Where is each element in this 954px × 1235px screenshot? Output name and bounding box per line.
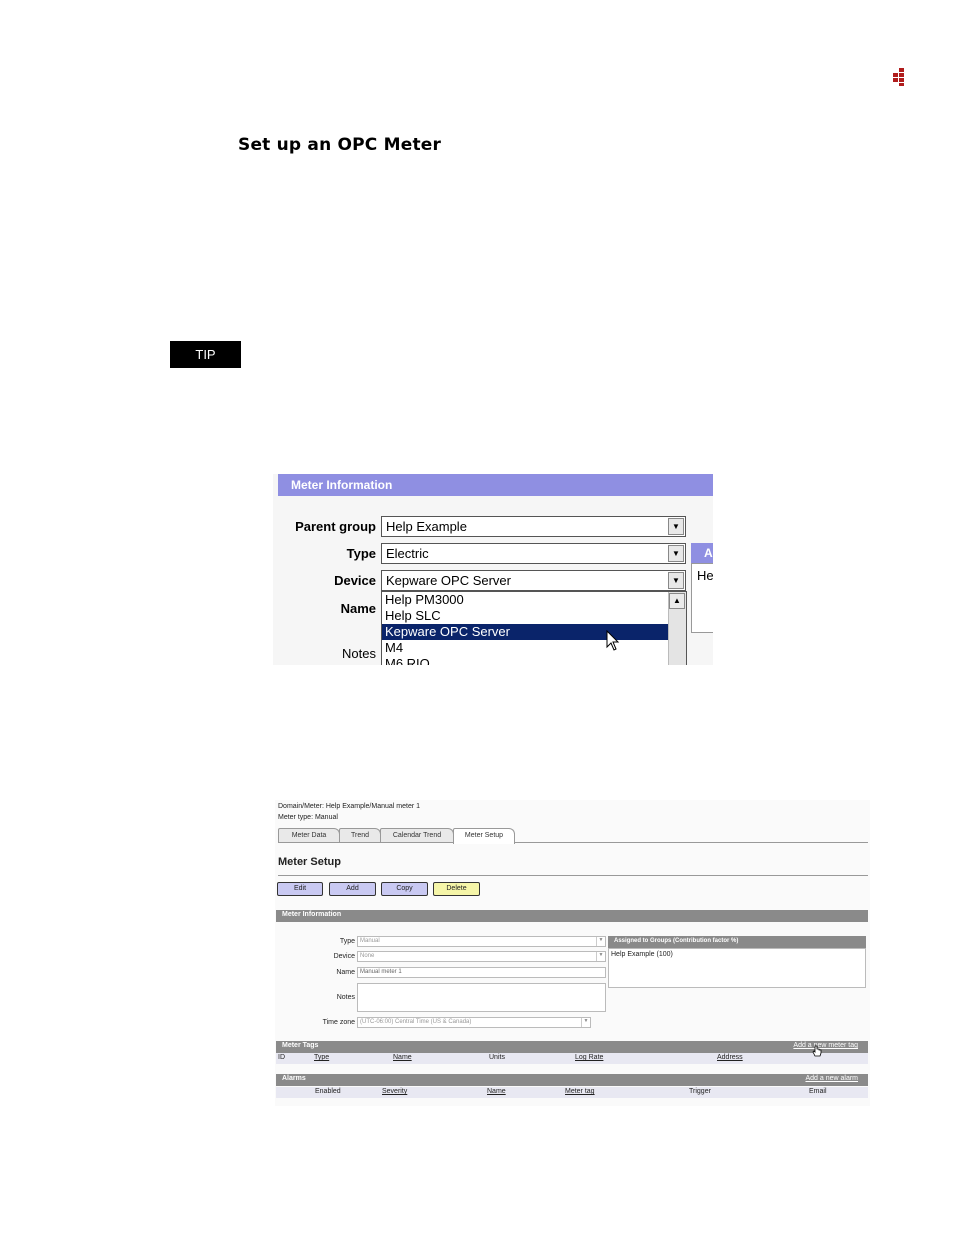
device-label: Device xyxy=(333,953,355,960)
column-enabled: Enabled xyxy=(315,1088,341,1095)
delete-button[interactable]: Delete xyxy=(433,882,480,896)
add-alarm-link[interactable]: Add a new alarm xyxy=(805,1075,858,1082)
copy-button[interactable]: Copy xyxy=(381,882,428,896)
parent-group-label: Parent group xyxy=(295,519,376,534)
parent-group-select[interactable]: Help Example ▼ xyxy=(381,516,686,537)
meter-type-text: Meter type: Manual xyxy=(278,814,338,821)
tab-bar: Meter Data Trend Calendar Trend Meter Se… xyxy=(278,827,868,844)
device-option[interactable]: Help SLC xyxy=(382,608,668,624)
device-value: Kepware OPC Server xyxy=(386,573,511,588)
hand-cursor-icon xyxy=(812,1045,822,1057)
type-label: Type xyxy=(346,546,376,561)
column-units: Units xyxy=(489,1054,505,1061)
brand-logo-icon xyxy=(893,68,907,86)
scroll-up-icon[interactable]: ▲ xyxy=(669,593,685,609)
notes-label: Notes xyxy=(342,646,376,661)
alarms-title: Alarms xyxy=(282,1075,306,1082)
meter-tags-bar: Meter Tags Add a new meter tag xyxy=(276,1041,868,1053)
device-dropdown-list[interactable]: Help PM3000 Help SLC Kepware OPC Server … xyxy=(381,591,687,665)
assigned-groups-box: Help Example (100) xyxy=(608,948,866,988)
name-label: Name xyxy=(336,969,355,976)
time-zone-value: (UTC-06:00) Central Time (US & Canada) xyxy=(360,1019,472,1025)
column-type[interactable]: Type xyxy=(314,1054,329,1061)
column-name[interactable]: Name xyxy=(487,1088,506,1095)
alarms-columns: Enabled Severity Name Meter tag Trigger … xyxy=(276,1087,868,1098)
assigned-groups-header: A xyxy=(691,543,713,563)
chevron-down-icon[interactable]: ▼ xyxy=(581,1018,590,1027)
device-option[interactable]: M4 xyxy=(382,640,668,656)
device-value: None xyxy=(360,953,375,959)
time-zone-label: Time zone xyxy=(322,1019,355,1026)
notes-textarea[interactable] xyxy=(357,983,606,1012)
tab-meter-data[interactable]: Meter Data xyxy=(278,828,340,842)
screenshot-meter-information: Meter Information Parent group Help Exam… xyxy=(273,474,713,665)
chevron-down-icon[interactable]: ▼ xyxy=(668,518,684,535)
name-label: Name xyxy=(340,601,376,616)
name-value: Manual meter 1 xyxy=(360,969,402,975)
column-trigger: Trigger xyxy=(689,1088,711,1095)
chevron-down-icon[interactable]: ▼ xyxy=(596,952,605,961)
device-option-selected[interactable]: Kepware OPC Server xyxy=(382,624,668,640)
chevron-down-icon[interactable]: ▼ xyxy=(668,545,684,562)
column-meter-tag[interactable]: Meter tag xyxy=(565,1088,595,1095)
meter-tags-columns: ID Type Name Units Log Rate Address xyxy=(276,1053,868,1064)
add-button[interactable]: Add xyxy=(329,882,376,896)
chevron-down-icon[interactable]: ▼ xyxy=(668,572,684,589)
add-meter-tag-link[interactable]: Add a new meter tag xyxy=(793,1042,858,1049)
time-zone-select[interactable]: (UTC-06:00) Central Time (US & Canada) ▼ xyxy=(357,1017,591,1028)
type-select[interactable]: Electric ▼ xyxy=(381,543,686,564)
tab-calendar-trend[interactable]: Calendar Trend xyxy=(380,828,454,842)
assigned-groups-box: He xyxy=(691,563,713,633)
divider xyxy=(278,875,868,876)
device-select[interactable]: None ▼ xyxy=(357,951,606,962)
mouse-cursor-icon xyxy=(606,630,620,651)
meter-information-header: Meter Information xyxy=(278,474,713,496)
type-value: Manual xyxy=(360,938,380,944)
device-select[interactable]: Kepware OPC Server ▼ xyxy=(381,570,686,591)
screenshot-meter-setup: Domain/Meter: Help Example/Manual meter … xyxy=(275,800,870,1106)
device-option[interactable]: Help PM3000 xyxy=(382,592,668,608)
tab-trend[interactable]: Trend xyxy=(339,828,381,842)
type-label: Type xyxy=(339,938,355,945)
type-select[interactable]: Manual ▼ xyxy=(357,936,606,947)
edit-button[interactable]: Edit xyxy=(277,882,323,896)
domain-meter-path: Domain/Meter: Help Example/Manual meter … xyxy=(278,803,421,810)
chevron-down-icon[interactable]: ▼ xyxy=(596,937,605,946)
column-id: ID xyxy=(278,1054,285,1061)
column-log-rate[interactable]: Log Rate xyxy=(575,1054,603,1061)
type-value: Electric xyxy=(386,546,429,561)
meter-tags-title: Meter Tags xyxy=(282,1042,319,1049)
notes-label: Notes xyxy=(336,994,355,1001)
tab-meter-setup[interactable]: Meter Setup xyxy=(453,828,515,844)
device-label: Device xyxy=(334,573,376,588)
column-severity[interactable]: Severity xyxy=(382,1088,407,1095)
assigned-groups-header: Assigned to Groups (Contribution factor … xyxy=(608,936,866,948)
column-name[interactable]: Name xyxy=(393,1054,412,1061)
device-option[interactable]: M6 RIO xyxy=(382,656,668,665)
meter-information-bar: Meter Information xyxy=(276,910,868,922)
alarms-bar: Alarms Add a new alarm xyxy=(276,1074,868,1086)
page-title: Set up an OPC Meter xyxy=(238,135,442,155)
column-email: Email xyxy=(809,1088,827,1095)
section-title: Meter Setup xyxy=(278,856,341,868)
tip-badge: TIP xyxy=(170,341,241,368)
column-address[interactable]: Address xyxy=(717,1054,743,1061)
parent-group-value: Help Example xyxy=(386,519,467,534)
name-input[interactable]: Manual meter 1 xyxy=(357,967,606,978)
